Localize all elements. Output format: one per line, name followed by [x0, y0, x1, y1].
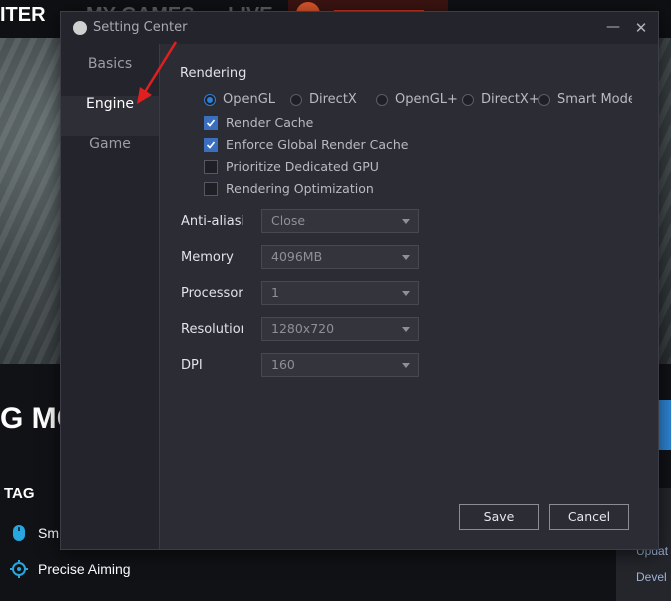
resolution-label: Resolution	[181, 322, 243, 337]
checkbox-checked-icon	[204, 137, 218, 152]
radio-label: Smart Mode	[557, 92, 632, 107]
dpi-label: DPI	[181, 358, 203, 373]
feature-label: Precise Aiming	[38, 561, 131, 577]
chevron-down-icon	[402, 327, 410, 332]
select-value: 1280x720	[271, 321, 335, 336]
feature-item: Precise Aiming	[10, 560, 131, 578]
checkbox-label: Prioritize Dedicated GPU	[226, 159, 379, 174]
processor-label: Processor	[181, 286, 243, 301]
radio-label: DirectX+	[481, 92, 540, 107]
feature-label: Sm	[38, 525, 59, 541]
mouse-icon	[10, 524, 28, 542]
checkbox-prioritize-dedicated-gpu[interactable]: Prioritize Dedicated GPU	[204, 159, 379, 174]
app-logo-icon	[73, 21, 87, 35]
right-panel-item[interactable]: Devel	[636, 570, 667, 584]
checkbox-unchecked-icon	[204, 159, 218, 174]
radio-indicator	[376, 93, 388, 106]
settings-sidebar: Basics Engine Game	[61, 44, 160, 549]
resolution-select[interactable]: 1280x720	[261, 317, 419, 341]
chevron-down-icon	[402, 219, 410, 224]
checkbox-unchecked-icon	[204, 181, 218, 196]
radio-label: OpenGL+	[395, 92, 458, 107]
close-button[interactable]: ✕	[631, 18, 651, 38]
chevron-down-icon	[402, 291, 410, 296]
select-value: Close	[271, 213, 306, 228]
memory-select[interactable]: 4096MB	[261, 245, 419, 269]
select-value: 4096MB	[271, 249, 323, 264]
select-value: 160	[271, 357, 295, 372]
radio-smart-mode[interactable]: Smart Mode	[538, 92, 632, 107]
chevron-down-icon	[402, 363, 410, 368]
checkbox-enforce-global-render-cache[interactable]: Enforce Global Render Cache	[204, 137, 408, 152]
dialog-titlebar[interactable]: Setting Center — ✕	[61, 12, 658, 44]
sidebar-item-engine[interactable]: Engine	[61, 96, 159, 136]
dpi-select[interactable]: 160	[261, 353, 419, 377]
render-mode-group: OpenGL DirectX OpenGL+ DirectX+ Smart Mo…	[202, 91, 632, 111]
rendering-heading: Rendering	[180, 66, 247, 81]
radio-opengl[interactable]: OpenGL	[204, 92, 275, 107]
chevron-down-icon	[402, 255, 410, 260]
processor-select[interactable]: 1	[261, 281, 419, 305]
radio-directx-plus[interactable]: DirectX+	[462, 92, 540, 107]
anti-aliasing-label: Anti-aliasing	[181, 214, 243, 229]
checkbox-label: Rendering Optimization	[226, 181, 374, 196]
radio-label: OpenGL	[223, 92, 276, 107]
dialog-title: Setting Center	[93, 20, 188, 35]
checkbox-label: Render Cache	[226, 115, 314, 130]
background-tag-heading: TAG	[4, 485, 35, 502]
checkbox-label: Enforce Global Render Cache	[226, 137, 409, 152]
radio-indicator	[462, 93, 474, 106]
anti-aliasing-select[interactable]: Close	[261, 209, 419, 233]
memory-label: Memory	[181, 250, 234, 265]
checkbox-rendering-optimization[interactable]: Rendering Optimization	[204, 181, 374, 196]
save-button[interactable]: Save	[459, 504, 539, 530]
radio-directx[interactable]: DirectX	[290, 92, 357, 107]
sidebar-item-basics[interactable]: Basics	[61, 56, 159, 96]
minimize-button[interactable]: —	[603, 18, 623, 38]
checkbox-render-cache[interactable]: Render Cache	[204, 115, 313, 130]
checkbox-checked-icon	[204, 115, 218, 130]
radio-indicator	[290, 93, 302, 106]
radio-selected-indicator	[204, 93, 216, 106]
radio-label: DirectX	[309, 92, 357, 107]
engine-settings-panel: Rendering OpenGL DirectX OpenGL+ DirectX…	[160, 44, 658, 549]
feature-item: Sm	[10, 524, 59, 542]
radio-opengl-plus[interactable]: OpenGL+	[376, 92, 458, 107]
setting-center-dialog: Setting Center — ✕ Basics Engine Game Re…	[60, 11, 659, 550]
select-value: 1	[271, 285, 279, 300]
crosshair-icon	[10, 560, 28, 578]
cancel-button[interactable]: Cancel	[549, 504, 629, 530]
background-brand-title: ITER	[0, 4, 46, 26]
sidebar-item-game[interactable]: Game	[61, 136, 159, 176]
radio-indicator	[538, 93, 550, 106]
